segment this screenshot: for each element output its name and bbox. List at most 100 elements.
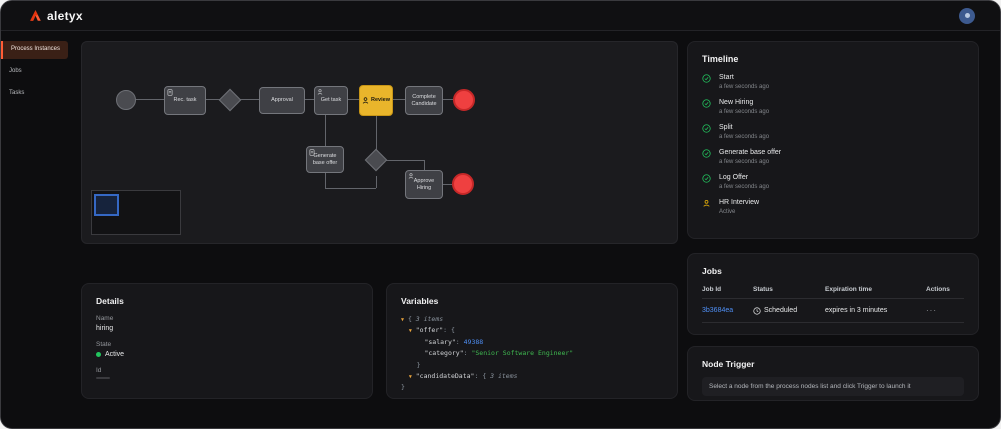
jobs-title: Jobs [702,266,722,276]
timeline-item-log-offer: Log Offer a few seconds ago [702,174,964,190]
timeline-item-generate-base-offer: Generate base offer a few seconds ago [702,149,964,165]
check-circle-icon [702,149,711,165]
job-actions-menu-button[interactable]: ··· [926,306,964,315]
json-key: "category" [424,349,464,358]
edge [376,116,377,152]
timeline-item-start: Start a few seconds ago [702,74,964,90]
active-state-dot [96,352,101,357]
timeline-item-split: Split a few seconds ago [702,124,964,140]
sidebar-item-label: Process Instances [11,46,61,52]
sidebar-item-label: Tasks [9,89,25,96]
task-node-generate-base-offer[interactable]: Generate base offer [306,146,344,173]
timeline-item-sub: a few seconds ago [719,134,770,140]
timeline-item-label: Start [719,74,734,81]
start-event-node[interactable] [116,90,136,110]
job-expiration: expires in 3 minutes [825,307,888,314]
task-node-approval[interactable]: Approval [259,87,305,114]
col-actions: Actions [926,286,950,293]
aletyx-logo-icon [29,9,42,22]
variables-title: Variables [401,296,439,306]
timeline-item-label: HR Interview [719,199,760,206]
json-colon: : [455,337,460,346]
clock-icon [753,306,761,315]
jobs-table-row: 3b3684ea Scheduled expires in 3 minutes … [702,299,964,323]
timeline-item-label: Generate base offer [719,149,782,156]
task-node-approve-hiring[interactable]: Approve Hiring [405,170,443,199]
timeline-title: Timeline [702,54,739,64]
col-job-id: Job Id [702,286,722,293]
user-task-icon [317,89,323,95]
json-colon: : [443,326,448,335]
timeline-item-sub: a few seconds ago [719,84,770,90]
edge [325,115,326,146]
json-key: "candidateData" [415,371,475,380]
node-label: Complete Candidate [411,94,437,107]
edge [325,188,376,189]
edge [348,99,359,100]
details-title: Details [96,296,124,306]
name-label: Name [96,315,114,322]
json-brace: { [482,371,487,380]
script-task-icon [167,89,173,96]
timeline-item-sub: a few seconds ago [719,159,770,165]
node-label: Approve Hiring [413,178,435,191]
timeline-item-sub: a few seconds ago [719,184,770,190]
node-trigger-panel: Node Trigger Select a node from the proc… [687,346,979,401]
edge [305,99,314,100]
avatar-dot-icon [964,13,970,18]
json-brace: } [401,383,405,392]
json-key: "offer" [415,326,444,335]
gateway-split-node[interactable] [218,88,242,112]
node-trigger-title: Node Trigger [702,359,755,369]
node-label: Review [371,97,390,104]
aletyx-logo[interactable]: aletyx [29,9,83,23]
task-node-review-active[interactable]: Review [359,85,393,116]
task-node-get-task[interactable]: Get task [314,86,348,115]
active-user-icon [702,199,711,215]
edge [393,99,405,100]
task-node-complete-candidate[interactable]: Complete Candidate [405,86,443,115]
edge [443,184,452,185]
node-label: Get task [320,97,342,104]
user-task-icon [362,97,369,104]
jobs-table-header: Job Id Status Expiration time Actions [702,286,964,299]
collapse-arrow-icon[interactable]: ▼ [401,317,404,323]
gateway-join-node[interactable] [364,148,388,172]
job-status-text: Scheduled [764,307,798,314]
check-circle-icon [702,174,711,190]
sidebar-item-process-instances[interactable]: Process Instances [1,41,68,59]
minimap-viewport[interactable] [94,194,119,216]
node-trigger-description: Select a node from the process nodes lis… [702,377,964,396]
col-status: Status [753,286,773,293]
top-bar: aletyx [1,1,1000,31]
check-circle-icon [702,124,711,140]
end-event-node-top[interactable] [453,89,475,111]
sidebar-item-tasks[interactable]: Tasks [1,85,68,103]
task-node-rec-task[interactable]: Rec. task [164,86,206,115]
job-id-link[interactable]: 3b3684ea [702,307,753,314]
timeline-item-label: Split [719,124,733,131]
timeline-panel: Timeline Start a few seconds ago New Hir… [687,41,979,239]
collapse-arrow-icon[interactable]: ▼ [409,374,412,380]
collapse-arrow-icon[interactable]: ▼ [409,328,412,334]
json-colon: : [463,349,468,358]
details-state-field: State Active [96,341,358,358]
user-task-icon [408,173,414,179]
diagram-minimap[interactable] [91,190,181,235]
details-name-field: Name hiring [96,315,358,332]
process-diagram-canvas[interactable]: Rec. task Approval Get task Review Compl… [81,41,678,244]
details-panel: Details Name hiring State Active Id [81,283,373,399]
edge [443,99,453,100]
user-avatar[interactable] [959,7,975,24]
jobs-panel: Jobs Job Id Status Expiration time Actio… [687,253,979,335]
state-label: State [96,341,112,348]
sidebar-item-jobs[interactable]: Jobs [1,63,68,81]
json-colon: : [474,371,479,380]
app-window: aletyx Process Instances Jobs Tasks Rec.… [0,0,1001,429]
json-key: "salary" [424,337,456,346]
end-event-node-bottom[interactable] [452,173,474,195]
edge [136,99,164,100]
details-id-field: Id [96,367,358,379]
timeline-list: Start a few seconds ago New Hiring a few… [702,74,964,215]
edge [384,160,424,161]
